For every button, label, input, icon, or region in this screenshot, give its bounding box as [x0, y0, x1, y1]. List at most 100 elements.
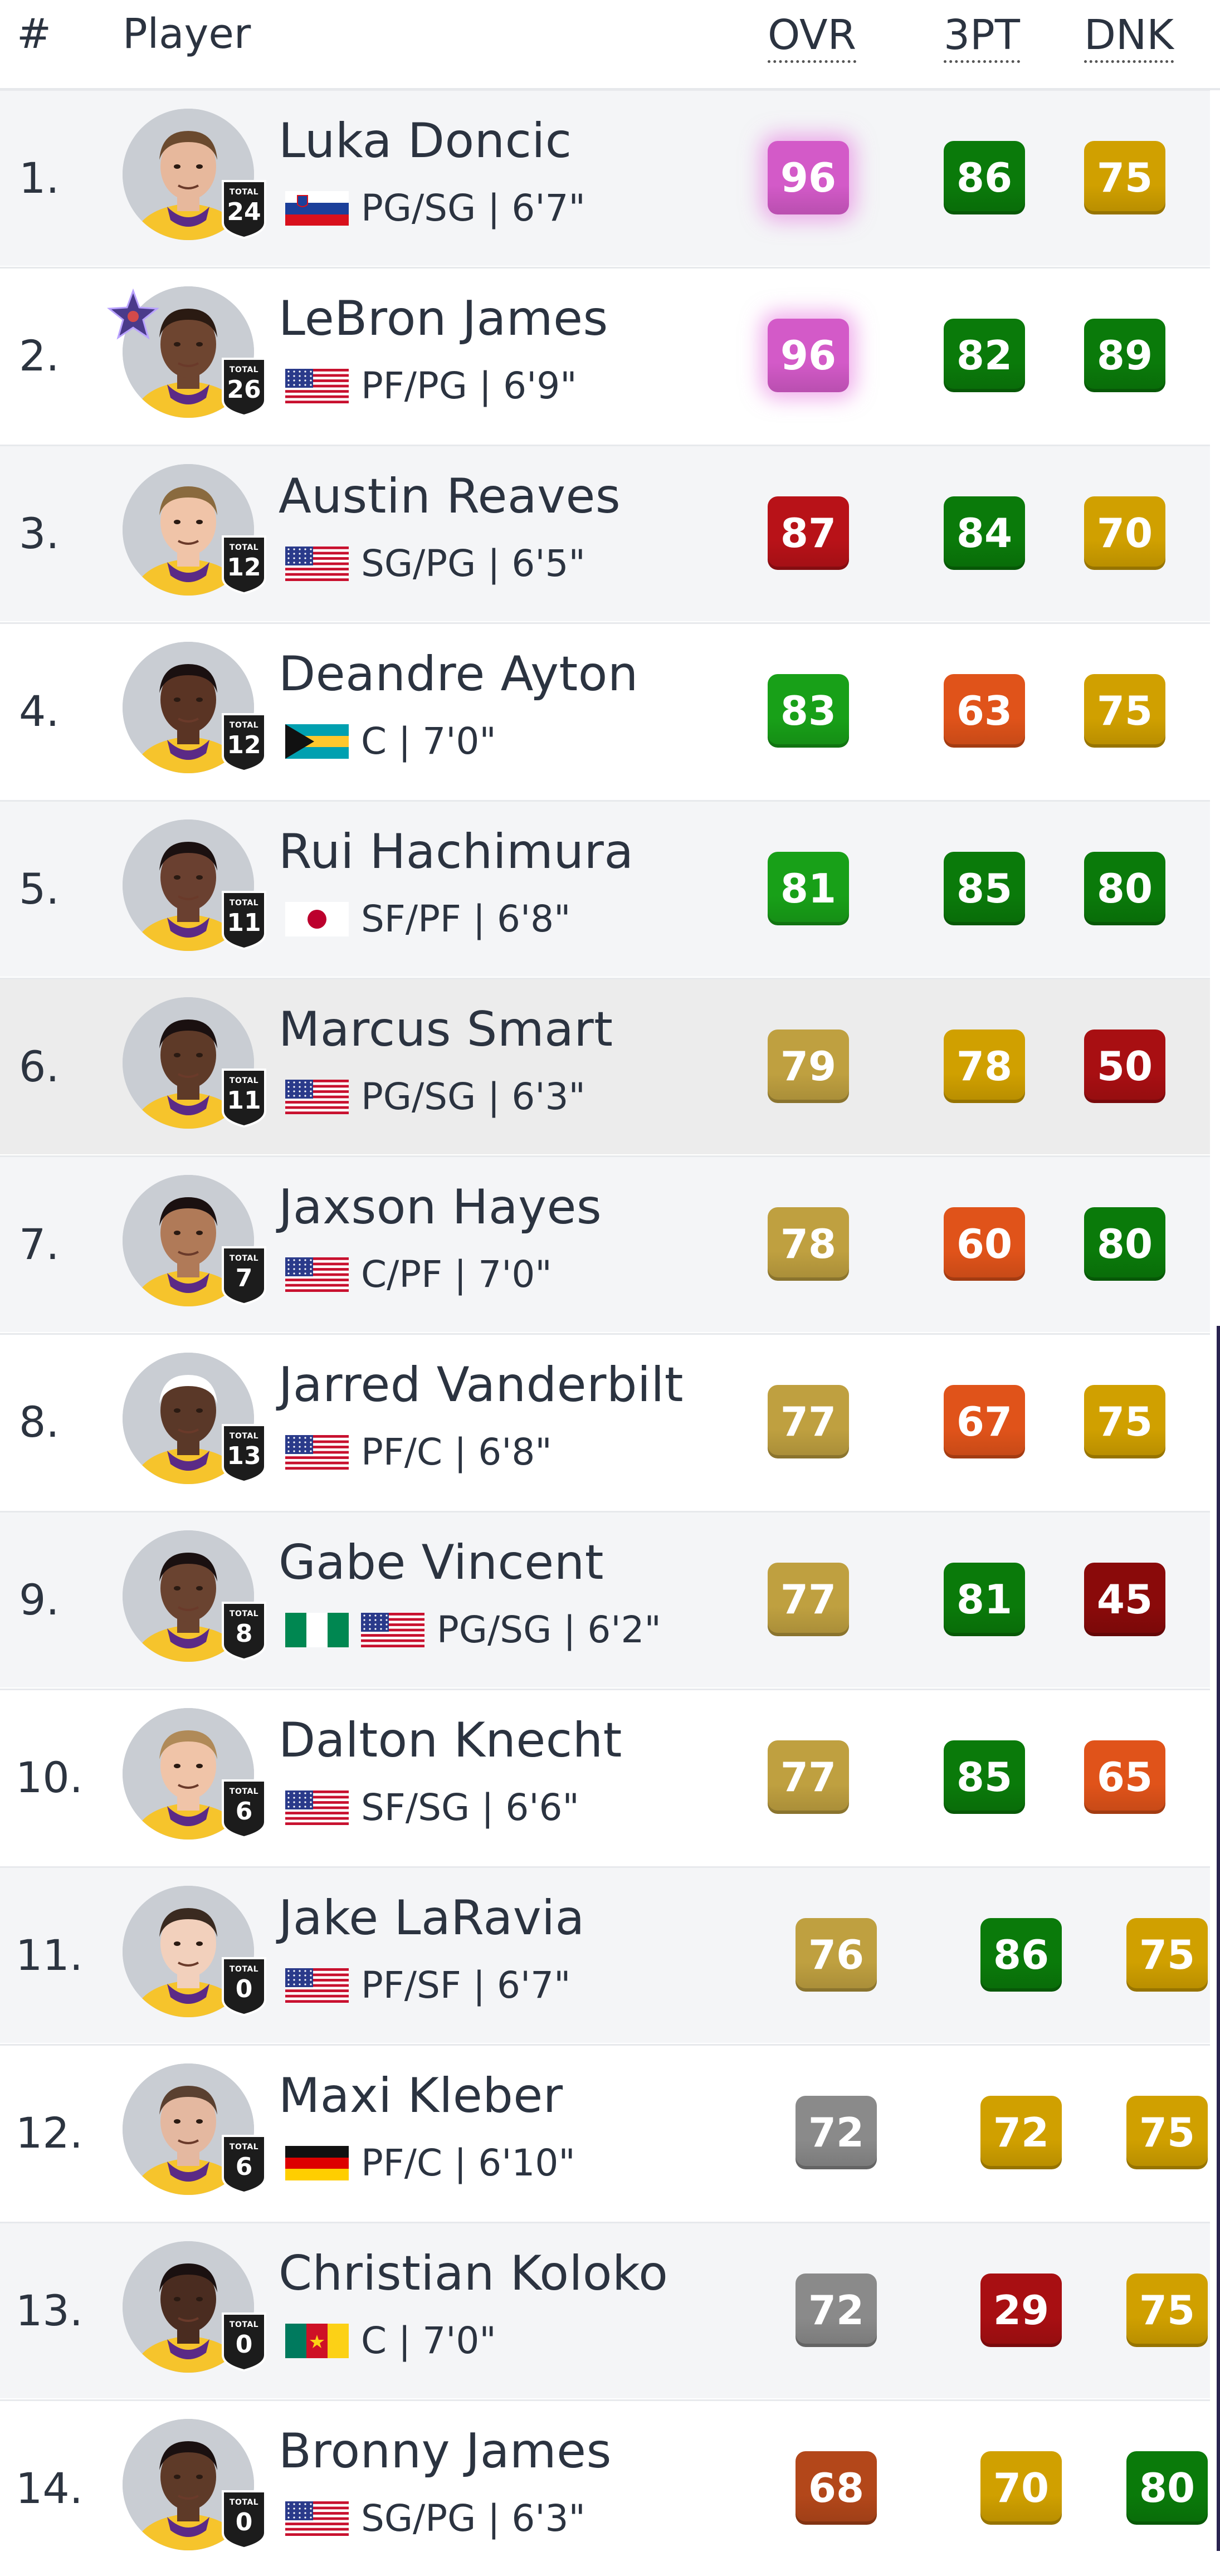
total-badge-caption: TOTAL [229, 899, 259, 908]
total-badge-caption: TOTAL [229, 1965, 259, 1974]
rank-number: 4. [19, 686, 60, 736]
rank-number: 14. [16, 2463, 83, 2513]
dunk-rating: 80 [1126, 2451, 1208, 2525]
total-badge-number: 6 [235, 1797, 253, 1826]
player-meta: C | 7'0" [285, 720, 496, 770]
player-row[interactable]: 2. TOTAL 26 LeBron James PF/PG | 6'9" 96 82 89 [0, 267, 1210, 443]
player-name[interactable]: Jake LaRavia [279, 1890, 585, 1946]
player-row[interactable]: 4. TOTAL 12 Deandre Ayton C | 7'0" 83 63 75 [0, 622, 1210, 799]
total-badge: TOTAL 24 [221, 179, 267, 239]
player-name[interactable]: Christian Koloko [279, 2246, 668, 2301]
player-name[interactable]: Maxi Kleber [279, 2068, 563, 2124]
player-row[interactable]: 14. TOTAL 0 Bronny James SG/PG | 6'3" 68 70 80 [0, 2399, 1210, 2576]
total-badge: TOTAL 12 [221, 712, 267, 772]
player-name[interactable]: Gabe Vincent [279, 1535, 604, 1591]
total-badge-caption: TOTAL [229, 2320, 259, 2329]
total-badge-number: 0 [235, 1975, 253, 2003]
3pt-header[interactable]: 3PT [944, 10, 1020, 63]
player-row[interactable]: 8. TOTAL 13 Jarred Vanderbilt PF/C | 6'8" 77 6… [0, 1333, 1210, 1510]
player-meta: PG/SG | 6'7" [285, 187, 585, 237]
dunk-rating: 70 [1084, 496, 1165, 570]
position-height: SG/PG | 6'3" [361, 2497, 585, 2540]
ovr-rating: 96 [768, 319, 849, 392]
total-badge: TOTAL 26 [221, 357, 267, 417]
player-meta: PF/C | 6'10" [285, 2141, 575, 2192]
all-star-icon [107, 288, 159, 341]
total-badge-number: 24 [227, 198, 261, 226]
player-row[interactable]: 7. TOTAL 7 Jaxson Hayes C/PF | 7'0" 78 60 80 [0, 1155, 1210, 1332]
3pt-rating: 82 [944, 319, 1025, 392]
dunk-rating: 75 [1126, 2096, 1208, 2169]
ovr-rating: 76 [796, 1918, 877, 1992]
total-badge: TOTAL 0 [221, 1956, 267, 2016]
player-name[interactable]: Rui Hachimura [279, 824, 634, 880]
usa-flag-icon [285, 2501, 349, 2536]
player-meta: SF/SG | 6'6" [285, 1786, 579, 1836]
player-row[interactable]: 5. TOTAL 11 Rui Hachimura SF/PF | 6'8" 81 85 80 [0, 800, 1210, 977]
total-badge-caption: TOTAL [229, 543, 259, 552]
player-name[interactable]: Dalton Knecht [279, 1713, 622, 1768]
ovr-header[interactable]: OVR [768, 10, 856, 63]
player-name[interactable]: LeBron James [279, 291, 608, 347]
ovr-rating: 77 [768, 1385, 849, 1458]
player-name[interactable]: Bronny James [279, 2423, 612, 2479]
total-badge-number: 8 [235, 1619, 253, 1648]
player-row[interactable]: 6. TOTAL 11 Marcus Smart PG/SG | 6'3" 79 78 50 [0, 978, 1210, 1154]
3pt-rating: 67 [944, 1385, 1025, 1458]
total-badge-caption: TOTAL [229, 1432, 259, 1441]
total-badge-caption: TOTAL [229, 1076, 259, 1085]
player-row[interactable]: 11. TOTAL 0 Jake LaRavia PF/SF | 6'7" 76 86 75 [0, 1866, 1210, 2043]
usa-flag-icon [285, 1079, 349, 1114]
rank-number: 12. [16, 2108, 83, 2158]
rank-number: 8. [19, 1397, 60, 1447]
ovr-rating: 87 [768, 496, 849, 570]
player-row[interactable]: 10. TOTAL 6 Dalton Knecht SF/SG | 6'6" 77 85 65 [0, 1689, 1210, 1865]
player-row[interactable]: 13. TOTAL 0 Christian Koloko C | 7'0" 72 29 75 [0, 2222, 1210, 2398]
rank-number: 2. [19, 331, 60, 380]
usa-flag-icon [285, 1257, 349, 1292]
usa-flag-icon [285, 1790, 349, 1825]
dnk-header[interactable]: DNK [1084, 10, 1174, 63]
player-name[interactable]: Jaxson Hayes [279, 1179, 602, 1235]
player-name[interactable]: Austin Reaves [279, 469, 621, 524]
total-badge-caption: TOTAL [229, 188, 259, 197]
player-header[interactable]: Player [123, 10, 251, 58]
3pt-rating: 86 [944, 141, 1025, 214]
dunk-rating: 89 [1084, 319, 1165, 392]
usa-flag-icon [285, 368, 349, 403]
dunk-rating: 75 [1084, 141, 1165, 214]
player-name[interactable]: Luka Doncic [279, 113, 572, 169]
player-name[interactable]: Marcus Smart [279, 1002, 613, 1057]
player-meta: C/PF | 7'0" [285, 1253, 552, 1303]
bahamas-flag-icon [285, 724, 349, 759]
slovenia-flag-icon [285, 191, 349, 226]
dunk-rating: 75 [1126, 2273, 1208, 2347]
total-badge-caption: TOTAL [229, 721, 259, 730]
player-meta: PF/SF | 6'7" [285, 1964, 571, 2014]
player-meta: PF/C | 6'8" [285, 1431, 552, 1481]
player-row[interactable]: 3. TOTAL 12 Austin Reaves SG/PG | 6'5" 87 84 70 [0, 445, 1210, 621]
total-badge: TOTAL 7 [221, 1245, 267, 1305]
usa-flag-icon [361, 1612, 424, 1647]
total-badge-number: 0 [235, 2330, 253, 2359]
3pt-rating: 29 [980, 2273, 1062, 2347]
3pt-rating: 78 [944, 1030, 1025, 1103]
player-row[interactable]: 1. TOTAL 24 Luka Doncic PG/SG | 6'7" 96 86 75 [0, 89, 1210, 266]
player-meta: SG/PG | 6'3" [285, 2497, 585, 2547]
player-row[interactable]: 12. TOTAL 6 Maxi Kleber PF/C | 6'10" 72 72 75 [0, 2044, 1210, 2221]
player-row[interactable]: 9. TOTAL 8 Gabe Vincent PG/SG | 6'2" 77 81 45 [0, 1511, 1210, 1687]
player-name[interactable]: Jarred Vanderbilt [279, 1357, 684, 1413]
total-badge-caption: TOTAL [229, 1609, 259, 1618]
ovr-rating: 83 [768, 674, 849, 748]
total-badge-number: 12 [227, 731, 261, 759]
player-name[interactable]: Deandre Ayton [279, 646, 638, 702]
3pt-rating: 70 [980, 2451, 1062, 2525]
player-meta: SF/PF | 6'8" [285, 897, 571, 948]
ovr-rating: 79 [768, 1030, 849, 1103]
3pt-rating: 81 [944, 1563, 1025, 1636]
usa-flag-icon [285, 1435, 349, 1470]
ovr-rating: 81 [768, 852, 849, 925]
dunk-rating: 45 [1084, 1563, 1165, 1636]
position-height: PF/C | 6'8" [361, 1431, 552, 1474]
ovr-rating: 77 [768, 1563, 849, 1636]
